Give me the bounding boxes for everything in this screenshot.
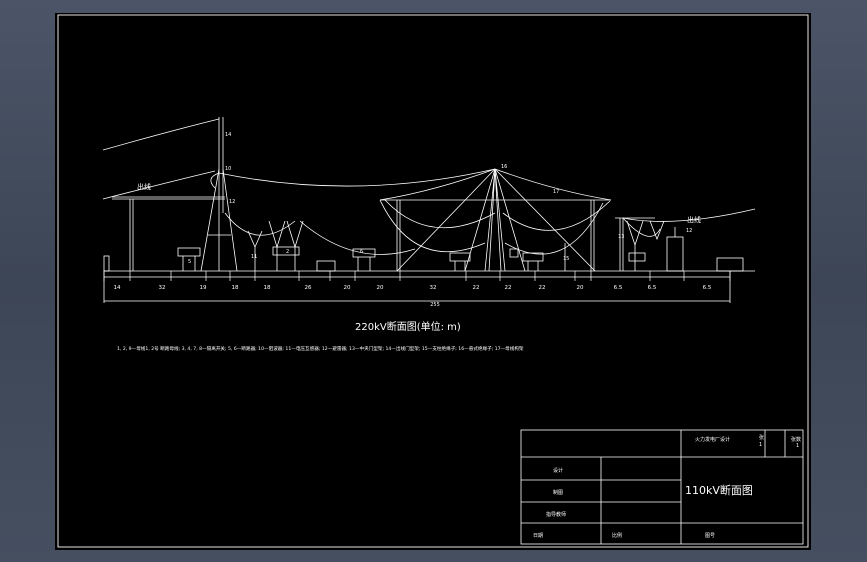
overall-dimension-label: 255 [430, 302, 440, 308]
outer-frame [57, 14, 809, 548]
dimension-label: 20 [377, 285, 384, 291]
title-sheet-count: 1 [796, 443, 799, 449]
section-title: 220kV断面图(单位: m) [355, 320, 461, 333]
incoming-conductor-top [102, 118, 220, 151]
legend-text: 1, 2, 9—母线1, 2号 断路母线; 3, 4, 7, 8—隔离开关; 5… [117, 345, 524, 352]
outgoing-label-left: 出线 [137, 182, 151, 191]
section-diagram [102, 117, 756, 303]
dimension-label: 19 [200, 285, 207, 291]
label-5: 5 [188, 259, 191, 265]
title-designed-by: 设计 [553, 467, 563, 474]
title-design-name: 火力发电厂设计 [695, 436, 730, 443]
dimension-labels: 14 32 19 18 18 26 20 20 32 22 22 22 20 6.5 6.5 6.5 255 [103, 271, 731, 308]
dimension-label: 22 [505, 285, 512, 291]
label-12b: 12 [686, 228, 692, 234]
dimension-label: 20 [577, 285, 584, 291]
label-15: 15 [563, 256, 569, 262]
title-instructor: 指导教师 [546, 511, 566, 518]
label-2: 2 [286, 249, 289, 255]
title-sheet-no-label: 张 [759, 434, 764, 441]
dimension-label: 26 [305, 285, 312, 291]
label-12: 12 [229, 199, 235, 205]
title-date-label: 日期 [533, 533, 543, 539]
component-numbers: 14 16 10 12 17 13 15 11 2 5 6 12 [188, 132, 692, 265]
outgoing-label-right: 出线 [687, 215, 701, 224]
dimension-label: 6.5 [648, 285, 657, 291]
title-sheet-label: 张数 [791, 436, 801, 443]
dimension-label: 20 [344, 285, 351, 291]
main-conductor [218, 168, 496, 187]
title-drawing-title: 110kV断面图 [685, 483, 753, 497]
incoming-conductor-mid [102, 170, 216, 200]
cad-drawing: 14 32 19 18 18 26 20 20 32 22 22 22 20 6.5 6.5 6.5255 1… [57, 14, 809, 548]
label-11: 11 [251, 254, 257, 260]
center-tower [484, 168, 506, 272]
title-drawing-no-label: 图号 [705, 533, 715, 539]
label-14: 14 [225, 132, 231, 138]
dimension-label: 6.5 [703, 285, 712, 291]
dimension-label: 6.5 [614, 285, 623, 291]
dimension-label: 32 [159, 285, 166, 291]
dimension-label: 22 [539, 285, 546, 291]
label-6: 6 [360, 249, 363, 255]
dimension-label: 22 [473, 285, 480, 291]
dimension-label: 18 [232, 285, 239, 291]
drawing-sheet: 14 32 19 18 18 26 20 20 32 22 22 22 20 6.5 6.5 6.5 255 1… [55, 13, 811, 550]
dimension-label: 18 [264, 285, 271, 291]
title-drawn-by: 制图 [553, 489, 563, 496]
dimension-label: 32 [430, 285, 437, 291]
label-17: 17 [553, 189, 559, 195]
label-13: 13 [618, 234, 624, 240]
dimension-label: 14 [114, 285, 121, 291]
title-sheet-no: 1 [759, 442, 762, 448]
label-10: 10 [225, 166, 231, 172]
title-scale-label: 比例 [612, 532, 622, 539]
label-16: 16 [501, 164, 507, 170]
